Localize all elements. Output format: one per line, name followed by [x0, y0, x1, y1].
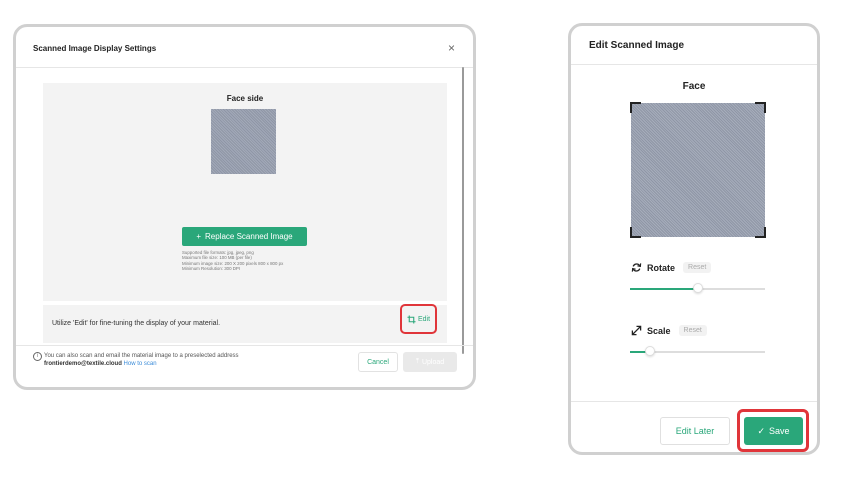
rotate-control-label: Rotate Reset — [631, 262, 712, 273]
divider — [16, 67, 473, 68]
edit-later-button[interactable]: Edit Later — [660, 417, 730, 445]
rotate-slider-thumb[interactable] — [692, 283, 703, 293]
scanned-image-display-settings-dialog: Scanned Image Display Settings × Face si… — [13, 24, 476, 390]
crop-area[interactable] — [630, 102, 766, 238]
rotate-slider-fill — [630, 288, 698, 290]
scan-email-address: frontierdemo@textile.cloud — [44, 361, 122, 367]
edit-scanned-image-dialog: Edit Scanned Image Face Rotate Reset Sca… — [568, 23, 820, 455]
scale-slider-thumb[interactable] — [645, 346, 656, 356]
dialog-title: Scanned Image Display Settings — [33, 44, 157, 53]
edit-label: Edit — [417, 315, 431, 323]
replace-button-label: Replace Scanned Image — [205, 232, 293, 241]
divider — [16, 345, 473, 346]
upload-icon: ⤒ — [415, 358, 419, 365]
save-label: Save — [769, 426, 790, 436]
crop-handle-bottom-left[interactable] — [630, 227, 641, 238]
crop-handle-top-left[interactable] — [630, 102, 641, 113]
cancel-button[interactable]: Cancel — [358, 352, 398, 372]
scale-icon — [631, 325, 642, 336]
rotate-label: Rotate — [647, 262, 676, 273]
crop-handle-bottom-right[interactable] — [755, 227, 766, 238]
how-to-scan-link[interactable]: How to scan — [124, 361, 157, 367]
edit-hint-text: Utilize 'Edit' for fine-tuning the displ… — [52, 320, 221, 327]
preview-area: Face side + Replace Scanned Image Suppor… — [43, 83, 447, 301]
file-requirements: Supported file formats: jpg, jpeg, png M… — [182, 250, 283, 272]
scale-slider[interactable] — [630, 346, 765, 356]
scanned-image-thumbnail — [211, 109, 276, 174]
rotate-icon — [631, 263, 642, 272]
plus-icon: + — [196, 232, 202, 241]
edit-strip: Utilize 'Edit' for fine-tuning the displ… — [43, 304, 447, 343]
scrollbar[interactable] — [462, 67, 464, 354]
scale-label: Scale — [647, 325, 671, 336]
check-icon: ✓ — [757, 425, 766, 436]
replace-scanned-image-button[interactable]: + Replace Scanned Image — [182, 227, 307, 246]
scale-reset-button[interactable]: Reset — [678, 325, 707, 336]
scan-email-info: You can also scan and email the material… — [44, 352, 239, 368]
face-side-label: Face side — [226, 94, 264, 103]
crop-handle-top-right[interactable] — [755, 102, 766, 113]
upload-button[interactable]: ⤒ Upload — [403, 352, 457, 372]
divider — [571, 401, 817, 402]
upload-label: Upload — [421, 358, 445, 366]
save-highlight: ✓ Save — [737, 409, 809, 452]
save-button[interactable]: ✓ Save — [744, 417, 803, 445]
spec-line: Minimum Resolution: 300 DPI — [182, 266, 241, 272]
divider — [571, 64, 817, 65]
info-text: You can also scan and email the material… — [44, 353, 239, 359]
crop-icon — [407, 314, 416, 324]
rotate-reset-button[interactable]: Reset — [683, 262, 712, 273]
edit-button[interactable]: Edit — [400, 304, 437, 334]
face-label: Face — [682, 81, 706, 92]
info-icon: i — [33, 352, 42, 361]
close-icon[interactable]: × — [448, 41, 455, 55]
scale-control-label: Scale Reset — [631, 325, 707, 336]
dialog-title: Edit Scanned Image — [589, 40, 685, 51]
rotate-slider[interactable] — [630, 283, 765, 293]
